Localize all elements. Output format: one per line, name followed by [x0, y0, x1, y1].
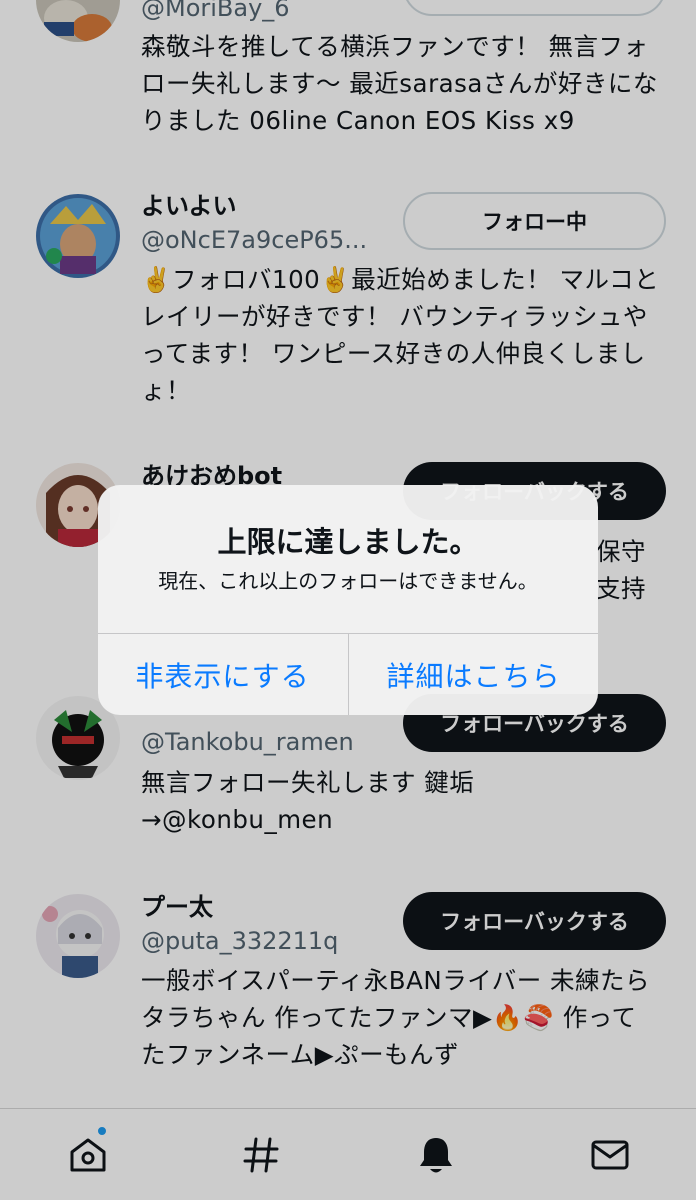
alert-title: 上限に達しました。: [217, 525, 479, 559]
follow-limit-alert: 上限に達しました。 現在、これ以上のフォローはできません。 非表示にする 詳細は…: [98, 485, 598, 715]
details-button[interactable]: 詳細はこちら: [349, 634, 598, 715]
dismiss-button[interactable]: 非表示にする: [98, 634, 347, 715]
alert-message: 現在、これ以上のフォローはできません。: [158, 569, 538, 593]
